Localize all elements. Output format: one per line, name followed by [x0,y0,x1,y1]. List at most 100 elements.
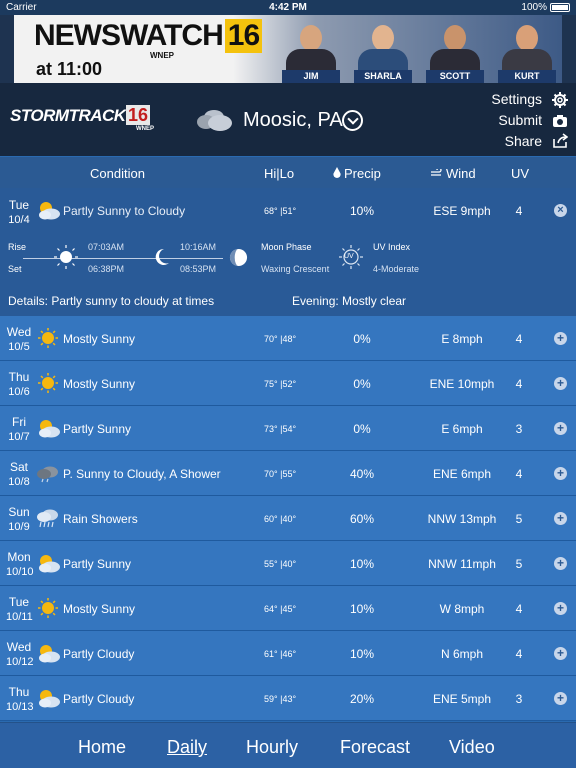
forecast-row[interactable]: Mon 10/10 Partly Sunny 55° |40° 10% NNW 1… [0,541,576,586]
hilo-text: 70° |55° [264,469,297,479]
forecast-row[interactable]: Wed 10/12 Partly Cloudy 61° |46° 10% N 6m… [0,631,576,676]
uv-text: 4 [515,647,523,661]
sunny-icon [38,598,58,618]
sunrise-time: 07:03AM [88,242,125,252]
day-label: Thu 10/6 [8,370,30,398]
hilo-text: 73° |54° [264,424,297,434]
condition-text: Mostly Sunny [63,332,136,346]
expand-button[interactable]: + [554,512,567,525]
set-label: Set [8,264,22,274]
expand-button[interactable]: + [554,332,567,345]
wind-text: E 8mph [441,332,483,346]
uv-index-value: 4-Moderate [373,264,420,274]
hilo-text: 64° |45° [264,604,297,614]
anchor-photo: JIM [282,23,340,83]
sunny-icon [38,373,58,393]
uv-index-label: UV Index [373,242,411,252]
details-text: Details: Partly sunny to cloudy at times [8,294,215,308]
day-label: Thu 10/13 [6,685,34,713]
forecast-row[interactable]: Fri 10/7 Partly Sunny 73° |54° 0% E 6mph … [0,406,576,451]
tab-home[interactable]: Home [78,737,126,758]
collapse-button[interactable]: × [554,204,567,217]
forecast-row[interactable]: Thu 10/13 Partly Cloudy 59° |43° 20% ENE … [0,676,576,721]
uv-text: 3 [515,692,523,706]
expand-button[interactable]: + [554,377,567,390]
tab-forecast[interactable]: Forecast [340,737,410,758]
sunrise-icon [54,245,78,269]
precip-text: 0% [353,377,371,391]
uv-text: 4 [515,377,523,391]
day-label: Mon 10/10 [6,550,34,578]
wind-text: NNW 13mph [427,512,497,526]
hilo-text: 70° |48° [264,334,297,344]
partly-sunny-icon [39,420,60,438]
camera-icon[interactable] [552,113,568,129]
share-icon[interactable] [552,133,568,149]
uv-text: 5 [515,557,523,571]
condition-text: Partly Cloudy [63,647,135,661]
uv-text: 3 [515,422,523,436]
day-label: Wed 10/12 [6,640,34,668]
condition-text: Rain Showers [63,512,138,526]
hilo-text: 61° |46° [264,649,297,659]
uv-text: 4 [515,332,523,346]
wind-text: W 8mph [439,602,485,616]
raindrop-icon [333,167,341,178]
forecast-row[interactable]: Sun 10/9 Rain Showers 60° |40° 60% NNW 13… [0,496,576,541]
precip-text: 0% [353,332,371,346]
forecast-row[interactable]: Thu 10/6 Mostly Sunny 75° |52° 0% ENE 10m… [0,361,576,406]
column-precip: Precip [344,166,381,181]
status-bar: Carrier 4:42 PM 100% [0,0,576,15]
hilo-text: 60° |40° [264,514,297,524]
partly-sunny-icon [39,555,60,573]
cloudy-icon [197,110,232,131]
today-expanded-row[interactable]: Tue 10/4 Partly Sunny to Cloudy 68° |51° … [0,188,576,316]
expand-button[interactable]: + [554,602,567,615]
column-condition: Condition [90,166,145,181]
rise-label: Rise [8,242,27,252]
precip-text: 0% [353,422,371,436]
evening-text: Evening: Mostly clear [292,294,407,308]
uv-badge: UV [344,253,354,260]
expand-button[interactable]: + [554,557,567,570]
precip-text: 10% [349,647,375,661]
precip-text: 10% [349,602,375,616]
expand-button[interactable]: + [554,692,567,705]
precip-text: 60% [349,512,375,526]
wind-icon [431,169,442,176]
location-name[interactable]: Moosic, PA [243,109,343,132]
wind-text: ESE 9mph [433,204,491,218]
banner-title: NEWSWATCH 16 [34,19,263,53]
expand-button[interactable]: + [554,467,567,480]
submit-button[interactable]: Submit [498,112,542,128]
forecast-row[interactable]: Tue 10/11 Mostly Sunny 64° |45° 10% W 8mp… [0,586,576,631]
precip-text: 10% [349,557,375,571]
chevron-down-icon[interactable] [342,110,363,131]
moon-phase-icon [229,248,248,267]
share-button[interactable]: Share [505,133,542,149]
wind-text: ENE 10mph [429,377,495,391]
hilo-text: 59° |43° [264,694,297,704]
forecast-row[interactable]: Sat 10/8 P. Sunny to Cloudy, A Shower 70°… [0,451,576,496]
gear-icon[interactable] [552,92,568,108]
newswatch-banner[interactable]: NEWSWATCH 16 WNEP at 11:00 JIM SHARLA SCO… [0,15,576,83]
column-uv: UV [511,166,530,181]
moonrise-time: 10:16AM [180,242,217,252]
condition-text: Partly Cloudy [63,692,135,706]
tab-hourly[interactable]: Hourly [246,737,298,758]
expand-button[interactable]: + [554,422,567,435]
settings-button[interactable]: Settings [491,91,542,107]
stormtracker-logo: STORMTRACKER 16 WNEP [10,105,154,132]
partly-sunny-icon [39,645,60,663]
expand-button[interactable]: + [554,647,567,660]
forecast-row[interactable]: Wed 10/5 Mostly Sunny 70° |48° 0% E 8mph … [0,316,576,361]
day-label: Tue 10/4 [8,198,30,226]
battery-percent: 100% [521,2,547,13]
anchor-photo: SCOTT [426,23,484,83]
status-time: 4:42 PM [269,2,307,13]
tab-daily[interactable]: Daily [167,737,207,758]
bottom-tab-bar: Home Daily Hourly Forecast Video [0,722,576,768]
tab-video[interactable]: Video [449,737,495,758]
day-label: Sat 10/8 [8,460,30,488]
uv-text: 5 [515,512,523,526]
